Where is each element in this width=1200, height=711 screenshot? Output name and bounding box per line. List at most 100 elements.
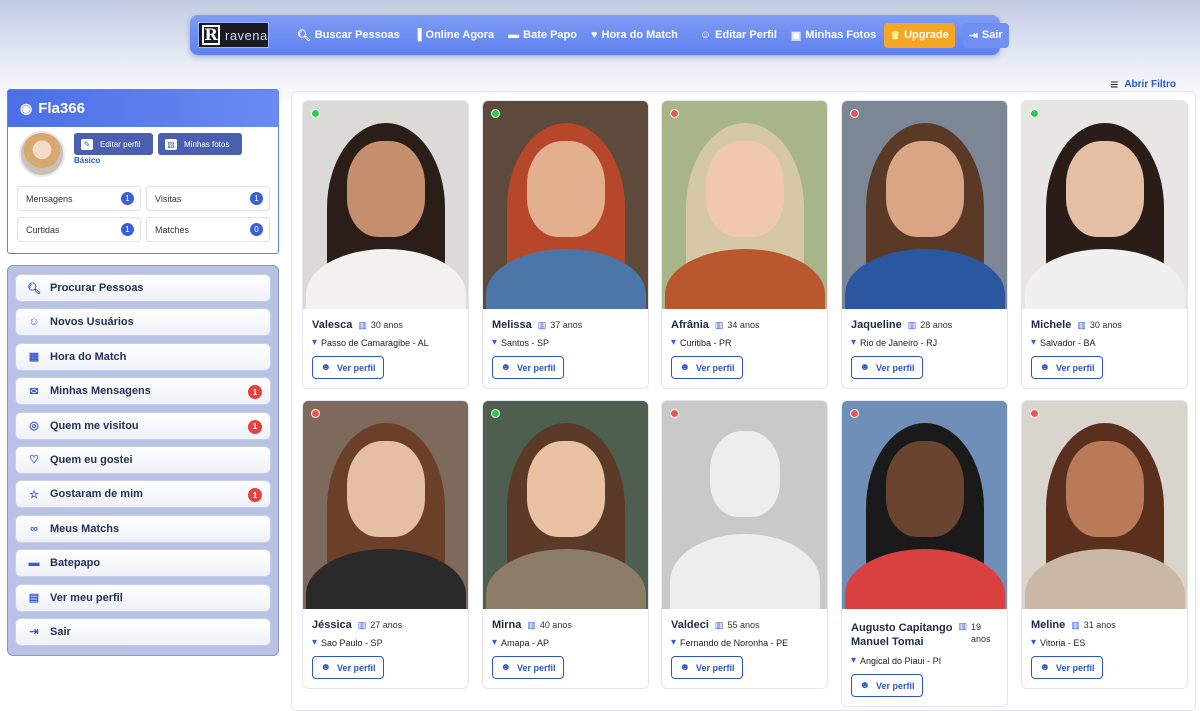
nav-minhas-fotos[interactable]: ▣ Minhas Fotos [791, 29, 876, 42]
sidebar-item-procurar-pessoas[interactable]: 🔍︎ Procurar Pessoas [15, 274, 271, 302]
profile-photo[interactable] [662, 401, 827, 609]
stat-matches[interactable]: Matches 0 [146, 217, 270, 242]
stat-curtidas[interactable]: Curtidas 1 [17, 217, 141, 242]
signal-icon: ▐ [413, 29, 422, 41]
profile-name: Valesca [312, 319, 353, 331]
location-text: Sao Paulo - SP [321, 637, 383, 648]
profile-photo[interactable] [483, 101, 648, 309]
avatar[interactable] [19, 131, 65, 177]
profile-location: ▾ Rio de Janeiro - RJ [842, 331, 1007, 348]
my-photos-button[interactable]: ▨ Minhas fotos [158, 133, 242, 155]
profile-name-row: Michele ▥ 30 anos [1022, 309, 1187, 331]
profile-name-row: Valdeci ▥ 55 anos [662, 609, 827, 631]
filter-label: Abrir Filtro [1124, 78, 1176, 90]
view-profile-button[interactable]: ☻ Ver perfil [1031, 656, 1103, 679]
nav-hora-do-match[interactable]: ♥ Hora do Match [591, 29, 678, 41]
nav-bate-papo[interactable]: ▬ Bate Papo [508, 29, 577, 41]
stat-mensagens[interactable]: Mensagens 1 [17, 186, 141, 211]
map-pin-icon: ▾ [1031, 337, 1037, 348]
profile-photo[interactable] [1022, 401, 1187, 609]
my-photos-label: Minhas fotos [184, 139, 230, 149]
profile-card[interactable]: Michele ▥ 30 anos ▾ Salvador - BA ☻ Ver perfil [1021, 100, 1188, 389]
view-profile-button[interactable]: ☻ Ver perfil [492, 656, 564, 679]
profile-card[interactable]: Valdeci ▥ 55 anos ▾ Fernando de Noronha - PE… [661, 400, 828, 689]
view-profile-button[interactable]: ☻ Ver perfil [1031, 356, 1103, 379]
logo-text: ravena [225, 27, 268, 43]
profile-photo[interactable] [842, 101, 1007, 309]
nav-editar-perfil[interactable]: ☺ Editar Perfil [700, 29, 777, 41]
view-profile-button[interactable]: ☻ Ver perfil [671, 356, 743, 379]
online-status-dot [1030, 109, 1039, 118]
stat-visitas[interactable]: Visitas 1 [146, 186, 270, 211]
sidebar-item-label: Batepapo [50, 557, 101, 570]
sidebar-item-batepapo[interactable]: ▬ Batepapo [15, 549, 271, 578]
view-profile-label: Ver perfil [517, 362, 556, 373]
notification-badge: 1 [248, 419, 262, 434]
placeholder-body [669, 534, 820, 609]
stat-label: Curtidas [26, 224, 60, 235]
view-profile-button[interactable]: ☻ Ver perfil [851, 674, 923, 697]
calendar-icon: ▦ [28, 351, 40, 364]
open-filter-button[interactable]: ≡ Abrir Filtro [1110, 76, 1176, 92]
profile-card[interactable]: Afrânia ▥ 34 anos ▾ Curitiba - PR ☻ Ver perfil [661, 100, 828, 389]
sidebar-item-meus-matchs[interactable]: ∞ Meus Matchs [15, 514, 271, 543]
sidebar-item-quem-eu-gostei[interactable]: ♡ Quem eu gostei [15, 445, 271, 474]
profile-card[interactable]: Meline ▥ 31 anos ▾ Vitoria - ES ☻ Ver perfil [1021, 400, 1188, 689]
sidebar-item-novos-usu-rios[interactable]: ☺ Novos Usuários [15, 308, 271, 337]
sidebar-menu: 🔍︎ Procurar Pessoas ☺ Novos Usuários ▦ Hora d… [7, 265, 279, 656]
online-status-dot [491, 109, 500, 118]
sidebar-item-label: Procurar Pessoas [50, 282, 144, 294]
profile-photo[interactable] [303, 101, 468, 309]
profile-card[interactable]: Valesca ▥ 30 anos ▾ Passo de Camaragibe - AL… [302, 100, 469, 389]
cake-icon: ▥ [358, 319, 367, 330]
profile-location: ▾ Amapa - AP [483, 631, 648, 648]
stat-label: Mensagens [26, 193, 73, 204]
photo-face [885, 141, 964, 237]
profile-photo[interactable] [483, 401, 648, 609]
view-profile-label: Ver perfil [1056, 662, 1095, 673]
profile-photo[interactable] [1022, 101, 1187, 309]
cake-icon: ▥ [714, 619, 724, 630]
sidebar-item-ver-meu-perfil[interactable]: ▤ Ver meu perfil [15, 583, 271, 612]
cake-icon: ▥ [1071, 619, 1080, 630]
nav-online-agora[interactable]: ▐ Online Agora [414, 29, 494, 41]
sidebar-item-minhas-mensagens[interactable]: ✉ Minhas Mensagens 1 [15, 377, 271, 406]
upgrade-button[interactable]: ♛ Upgrade [884, 22, 955, 48]
app-logo[interactable]: R ravena [198, 22, 269, 48]
sidebar-item-sair[interactable]: ⇥ Sair [15, 617, 271, 646]
profile-photo[interactable] [303, 401, 468, 609]
view-profile-button[interactable]: ☻ Ver perfil [851, 356, 923, 379]
view-profile-button[interactable]: ☻ Ver perfil [312, 656, 384, 679]
view-profile-button[interactable]: ☻ Ver perfil [671, 656, 743, 679]
user-icon: ☻ [500, 662, 511, 673]
sidebar-item-gostaram-de-mim[interactable]: ☆ Gostaram de mim 1 [15, 480, 271, 509]
profile-location: ▾ Vitoria - ES [1022, 631, 1187, 648]
nav-buscar-pessoas[interactable]: 🔍︎ Buscar Pessoas [297, 29, 400, 42]
edit-profile-button[interactable]: ✎ Editar perfil [74, 133, 153, 155]
age-text: 27 anos [370, 620, 403, 630]
profile-name: Mirna [492, 619, 522, 631]
stat-label: Matches [155, 224, 190, 235]
eye-icon: ◎ [29, 420, 39, 433]
profile-photo[interactable] [662, 101, 827, 309]
sidebar-item-hora-do-match[interactable]: ▦ Hora do Match [15, 342, 271, 371]
profile-card[interactable]: Augusto Capitango Manuel Tomai ▥ 19 anos ▾ A… [841, 400, 1008, 707]
profile-photo[interactable] [842, 401, 1007, 609]
profile-card[interactable]: Melissa ▥ 37 anos ▾ Santos - SP ☻ Ver perfil [482, 100, 649, 389]
profile-card[interactable]: Mirna ▥ 40 anos ▾ Amapa - AP ☻ Ver perfil [482, 400, 649, 689]
location-text: Vitoria - ES [1040, 637, 1086, 648]
age-text: 28 anos [920, 320, 953, 330]
sidebar-item-quem-me-visitou[interactable]: ◎ Quem me visitou 1 [15, 411, 271, 440]
profile-location: ▾ Passo de Camaragibe - AL [303, 331, 468, 348]
sidebar-item-label: Quem me visitou [50, 419, 139, 432]
view-profile-label: Ver perfil [696, 662, 735, 673]
map-pin-icon: ▾ [492, 337, 498, 348]
profile-card[interactable]: Jéssica ▥ 27 anos ▾ Sao Paulo - SP ☻ Ver perfi… [302, 400, 469, 689]
profile-card[interactable]: Jaqueline ▥ 28 anos ▾ Rio de Janeiro - RJ ☻ Ve… [841, 100, 1008, 389]
view-profile-button[interactable]: ☻ Ver perfil [492, 356, 564, 379]
view-profile-button[interactable]: ☻ Ver perfil [312, 356, 384, 379]
user-icon: ☻ [859, 362, 870, 373]
logout-button[interactable]: ⇥ Sair [962, 22, 1009, 48]
user-circle-icon: ◉ [20, 100, 33, 116]
profile-age: ▥ 55 anos [715, 620, 760, 631]
